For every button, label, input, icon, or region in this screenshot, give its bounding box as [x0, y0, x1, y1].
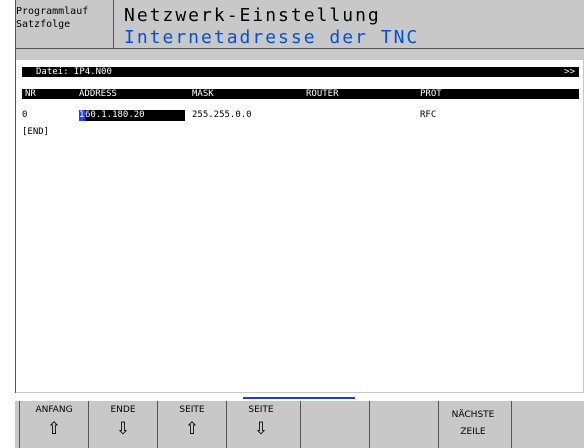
softkey-row-indicator	[243, 397, 355, 399]
cell-prot[interactable]: RFC	[420, 110, 436, 121]
page-subtitle: Internetadresse der TNC	[124, 27, 420, 48]
cell-nr[interactable]: 0	[22, 110, 27, 121]
end-marker: [END]	[22, 127, 50, 137]
column-header-address: ADDRESS	[79, 89, 117, 99]
file-name-label: Datei: IP4.N00	[36, 67, 112, 77]
softkey-naechste-zeile[interactable]: NÄCHSTE ZEILE	[438, 401, 507, 448]
header-bottom-line	[16, 48, 584, 49]
softkey-ende[interactable]: ENDE ⇩	[88, 401, 157, 448]
softkey-empty-5[interactable]	[300, 401, 369, 448]
softkey-seite-up[interactable]: SEITE ⇧	[157, 401, 226, 448]
address-value: 60.1.180.20	[85, 110, 145, 120]
cell-mask[interactable]: 255.255.0.0	[192, 110, 252, 121]
column-header-nr: NR	[25, 89, 36, 99]
arrow-up-icon: ⇧	[184, 419, 200, 439]
softkey-empty-8[interactable]	[511, 401, 580, 448]
cell-address[interactable]: 160.1.180.20	[79, 110, 185, 121]
more-columns-indicator[interactable]: >>	[564, 67, 575, 77]
softkey-label: ANFANG	[35, 405, 73, 415]
header-divider	[113, 0, 114, 48]
mode-line-2: Satzfolge	[16, 19, 71, 30]
arrow-down-icon: ⇩	[115, 419, 131, 439]
arrow-down-icon: ⇩	[253, 419, 269, 439]
arrow-up-icon: ⇧	[46, 419, 62, 439]
softkey-label: SEITE	[248, 405, 274, 415]
softkey-seite-down[interactable]: SEITE ⇩	[226, 401, 295, 448]
softkey-label: NÄCHSTE	[451, 410, 495, 420]
column-header-router: ROUTER	[306, 89, 339, 99]
softkey-label-line2: ZEILE	[460, 427, 486, 437]
mode-line-1: Programmlauf	[16, 6, 89, 17]
column-header-mask: MASK	[192, 89, 214, 99]
softkey-anfang[interactable]: ANFANG ⇧	[19, 401, 88, 448]
softkey-empty-6[interactable]	[369, 401, 438, 448]
operating-mode: Programmlauf Satzfolge	[16, 5, 111, 43]
column-header-prot: PROT	[420, 89, 442, 99]
softkey-label: SEITE	[179, 405, 205, 415]
table-header: NR ADDRESS MASK ROUTER PROT	[22, 89, 579, 99]
softkey-label: ENDE	[110, 405, 136, 415]
page-title: Netzwerk-Einstellung	[124, 5, 381, 26]
file-bar: Datei: IP4.N00 >>	[22, 67, 579, 77]
